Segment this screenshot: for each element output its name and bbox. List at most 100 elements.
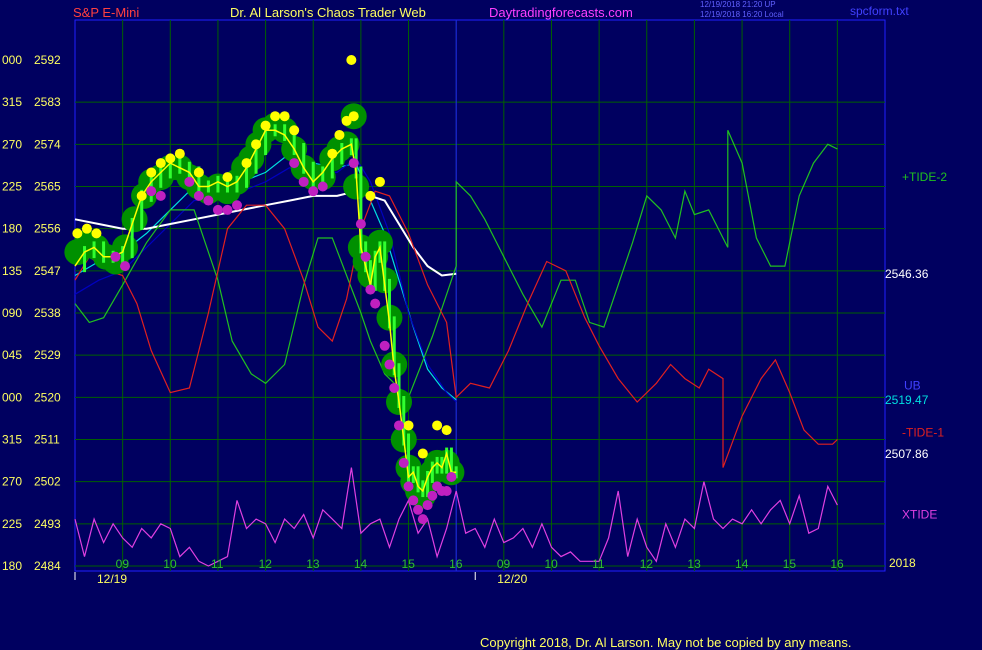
y-tick-left-label: 180 [2, 222, 22, 236]
right-value-label: XTIDE [902, 507, 937, 521]
yellow-dot [403, 420, 414, 431]
magenta-dot [317, 181, 328, 192]
right-value-label: 2519.47 [885, 393, 929, 407]
y-tick-left-label: 315 [2, 433, 22, 447]
x-tick-label: 15 [783, 557, 797, 571]
y-tick-left-label: 000 [2, 53, 22, 67]
y-tick-label: 2520 [34, 390, 61, 404]
magenta-dot [446, 471, 457, 482]
site-link[interactable]: Daytradingforecasts.com [489, 5, 633, 20]
yellow-dot [441, 425, 452, 436]
x-tick-label: 14 [735, 557, 749, 571]
magenta-dot [308, 186, 319, 197]
x-tick-label: 14 [354, 557, 368, 571]
magenta-dot [355, 218, 366, 229]
yellow-dot [251, 139, 262, 150]
y-tick-label: 2502 [34, 475, 61, 489]
magenta-dot [155, 190, 166, 201]
yellow-dot [136, 190, 147, 201]
year-label: 2018 [889, 556, 916, 570]
date-label: 12/19 [97, 572, 127, 586]
magenta-dot [417, 514, 428, 525]
magenta-dot [110, 251, 121, 262]
magenta-dot [203, 195, 214, 206]
x-tick-label: 16 [830, 557, 844, 571]
y-tick-left-label: 135 [2, 264, 22, 278]
timestamp-local: 12/19/2018 16:20 Local [700, 10, 784, 19]
timestamp-utc: 12/19/2018 21:20 UP [700, 0, 776, 9]
magenta-dot [184, 176, 195, 187]
y-tick-label: 2547 [34, 264, 61, 278]
x-tick-label: 09 [497, 557, 511, 571]
y-tick-left-label: 090 [2, 306, 22, 320]
yellow-dot [222, 172, 233, 183]
magenta-dot [384, 359, 395, 370]
magenta-dot [298, 176, 309, 187]
symbol-title: S&P E-Mini [73, 5, 139, 20]
right-value-label: -TIDE-1 [902, 425, 944, 439]
x-tick-label: 10 [163, 557, 177, 571]
y-tick-label: 2574 [34, 137, 61, 151]
yellow-dot [374, 176, 385, 187]
yellow-dot [155, 158, 166, 169]
magenta-dot [379, 340, 390, 351]
yellow-dot [260, 120, 271, 131]
yellow-dot [174, 148, 185, 159]
magenta-dot [222, 204, 233, 215]
x-tick-label: 16 [449, 557, 463, 571]
magenta-dot [348, 158, 359, 169]
yellow-dot [289, 125, 300, 136]
y-tick-label: 2511 [34, 433, 60, 447]
y-tick-left-label: 225 [2, 517, 22, 531]
magenta-dot [389, 382, 400, 393]
y-tick-left-label: 315 [2, 95, 22, 109]
y-tick-label: 2583 [34, 95, 61, 109]
magenta-dot [403, 481, 414, 492]
x-tick-label: 15 [402, 557, 416, 571]
y-tick-label: 2592 [34, 53, 61, 67]
x-tick-label: 13 [687, 557, 701, 571]
magenta-dot [360, 251, 371, 262]
yellow-dot [81, 223, 92, 234]
y-tick-label: 2538 [34, 306, 61, 320]
magenta-dot [398, 457, 409, 468]
x-tick-label: 11 [592, 557, 605, 571]
magenta-dot [413, 504, 424, 515]
chaos-chart: 000 2592 315 2583 270 2574 225 2565 180 2556 135 25… [2, 0, 947, 650]
yellow-dot [270, 111, 281, 122]
magenta-dot [394, 420, 404, 431]
x-tick-label: 09 [116, 557, 130, 571]
magenta-dot [146, 186, 157, 197]
copyright-notice: Copyright 2018, Dr. Al Larson. May not b… [480, 635, 851, 650]
yellow-dot [91, 228, 102, 239]
right-labels: +TIDE-2 2546.36 UB2519.47 -TIDE-1 2507.86 XTI… [885, 170, 947, 521]
right-value-label: 2507.86 [885, 447, 929, 461]
author-title: Dr. Al Larson's Chaos Trader Web [230, 5, 426, 20]
file-name: spcform.txt [850, 4, 909, 18]
y-tick-left-label: 180 [2, 559, 22, 573]
x-tick-label: 10 [544, 557, 558, 571]
x-tick-label: 13 [306, 557, 320, 571]
x-tick-label: 11 [211, 557, 224, 571]
y-tick-label: 2565 [34, 180, 61, 194]
right-value-label: +TIDE-2 [902, 170, 947, 184]
right-value-label: UB [904, 379, 921, 393]
y-tick-left-label: 270 [2, 475, 22, 489]
y-tick-left-label: 000 [2, 390, 22, 404]
magenta-dot [370, 298, 381, 309]
yellow-dot [327, 148, 338, 159]
yellow-dot [146, 167, 157, 178]
magenta-dot [422, 500, 433, 511]
y-tick-label: 2556 [34, 222, 61, 236]
y-tick-left-label: 270 [2, 137, 22, 151]
yellow-dot [279, 111, 290, 122]
magenta-dot [212, 204, 223, 215]
y-tick-label: 2529 [34, 348, 61, 362]
y-tick-left-label: 045 [2, 348, 22, 362]
magenta-dot [193, 190, 204, 201]
yellow-dot [193, 167, 204, 178]
magenta-dot [120, 261, 131, 272]
yellow-dot [334, 129, 345, 140]
yellow-dot [165, 153, 176, 164]
yellow-dot [432, 420, 443, 431]
